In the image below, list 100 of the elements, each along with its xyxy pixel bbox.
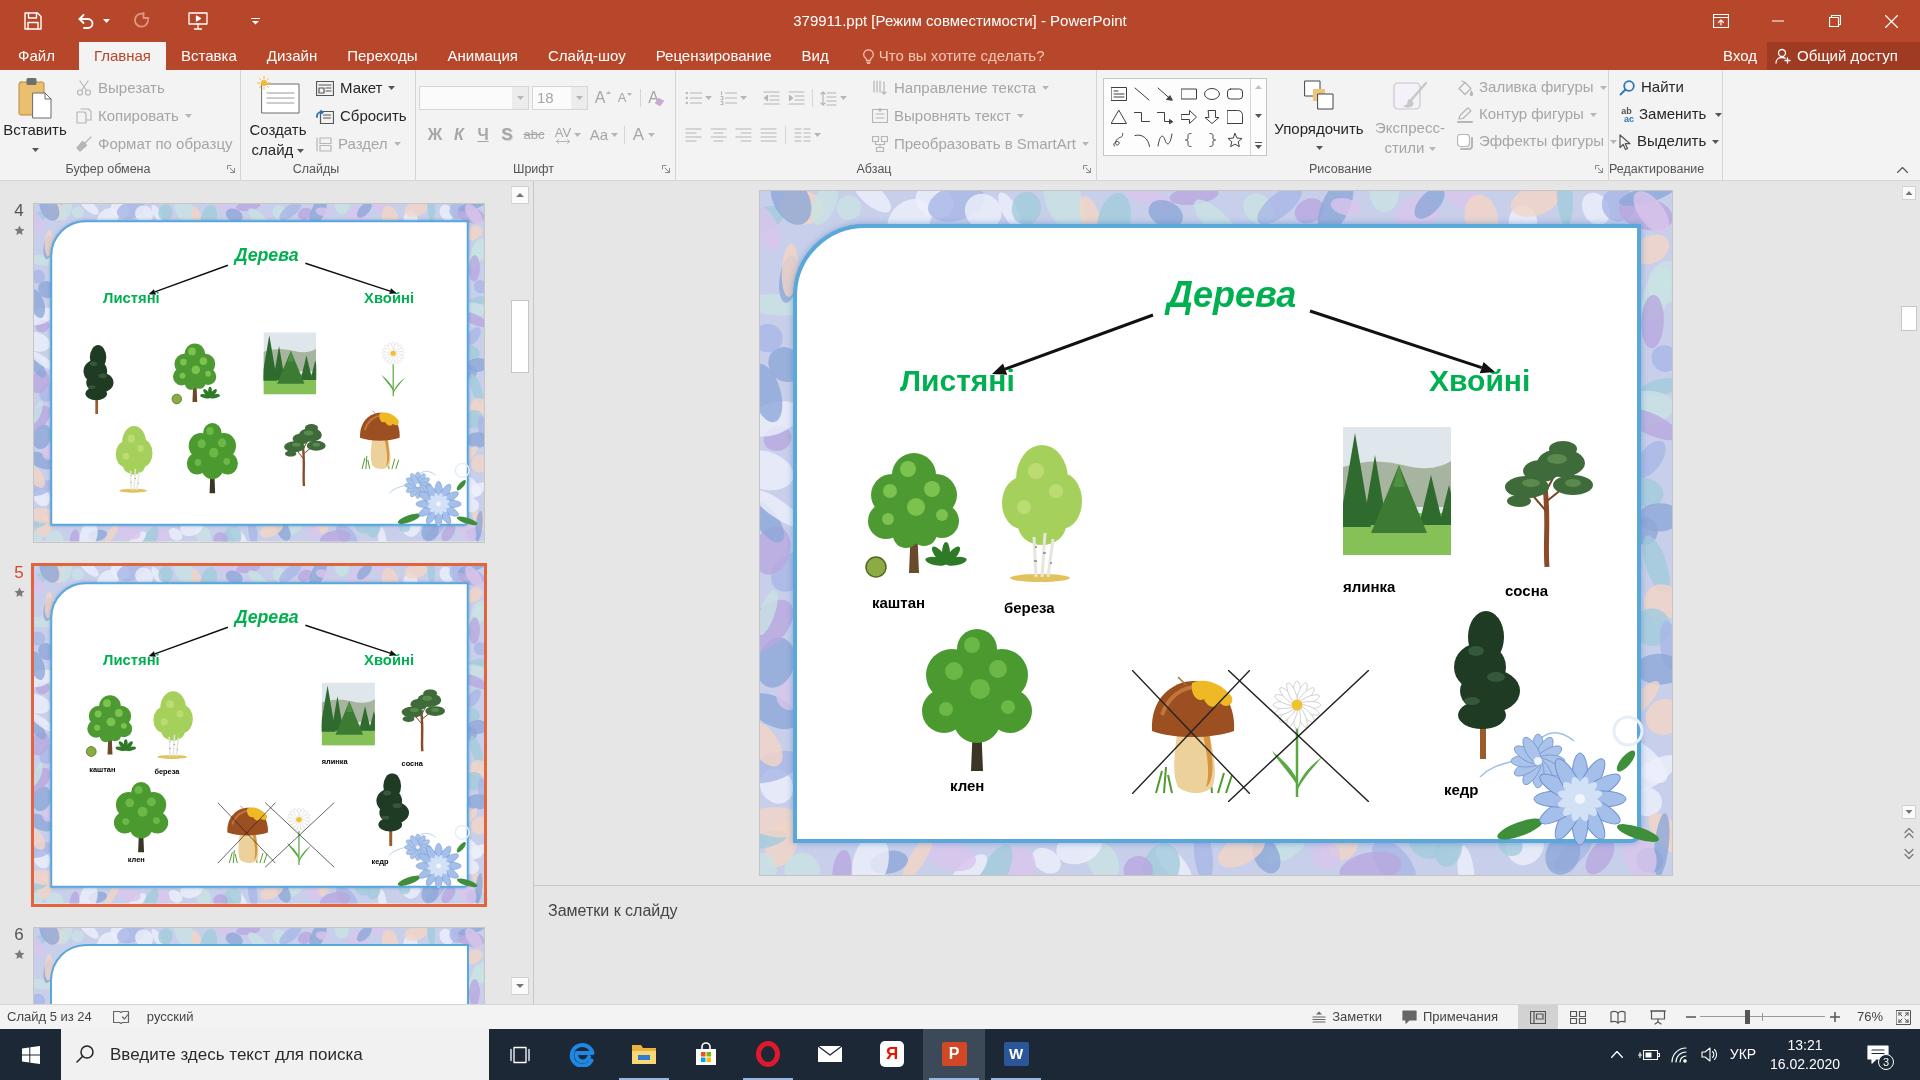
taskbar-app-button[interactable]: P bbox=[923, 1029, 985, 1080]
caret-icon bbox=[1081, 142, 1089, 146]
reset-button[interactable]: Сбросить bbox=[312, 102, 411, 130]
share-button[interactable]: Общий доступ bbox=[1767, 42, 1920, 70]
notes-toggle-button[interactable]: Заметки bbox=[1312, 1007, 1382, 1027]
arrange-button[interactable]: Упорядочить bbox=[1269, 78, 1369, 150]
double-arrow-icon bbox=[556, 139, 570, 144]
caret-up-icon bbox=[606, 91, 612, 94]
line-shape-icon[interactable] bbox=[1134, 86, 1150, 101]
battery-icon[interactable] bbox=[1637, 1048, 1660, 1061]
align-left-icon bbox=[685, 128, 702, 142]
ribbon-display-options-icon[interactable] bbox=[1712, 14, 1729, 28]
triangle-shape-icon[interactable] bbox=[1110, 110, 1127, 124]
ribbon-tab[interactable]: Файл bbox=[0, 42, 79, 70]
tell-me-field[interactable]: Что вы хотите сделать? bbox=[878, 44, 1079, 68]
ribbon-tab[interactable]: Вставка bbox=[166, 42, 252, 70]
ribbon-tab[interactable]: Дизайн bbox=[251, 42, 333, 70]
caret-icon bbox=[393, 142, 401, 146]
slide-thumbnail[interactable]: Дерева Листяні Хвойні bbox=[33, 203, 485, 543]
sign-in-link[interactable]: Вход bbox=[1713, 42, 1767, 70]
scrollbar-thumb[interactable] bbox=[511, 300, 529, 373]
dialog-launcher-icon[interactable] bbox=[1595, 165, 1603, 173]
new-slide-button[interactable]: Создать слайд bbox=[244, 70, 312, 160]
zoom-slider[interactable] bbox=[1699, 1010, 1825, 1024]
taskbar-app-button[interactable]: Я bbox=[861, 1029, 923, 1080]
zoom-in-icon[interactable] bbox=[1829, 1012, 1840, 1022]
comments-button[interactable]: Примечания bbox=[1401, 1007, 1498, 1027]
customize-toolbar-icon[interactable] bbox=[251, 17, 260, 25]
restore-icon[interactable] bbox=[1828, 15, 1841, 27]
task-view-icon[interactable] bbox=[510, 1045, 530, 1064]
pine-tree-drawing bbox=[399, 689, 446, 752]
slide-thumbnail[interactable] bbox=[33, 927, 485, 1004]
view-button[interactable] bbox=[1517, 1005, 1558, 1029]
volume-icon[interactable] bbox=[1700, 1047, 1718, 1062]
paste-button[interactable]: Вставить bbox=[0, 70, 70, 160]
slide-title: Дерева bbox=[234, 246, 299, 265]
quick-styles-icon bbox=[1393, 80, 1427, 112]
wifi-icon[interactable] bbox=[1671, 1046, 1689, 1063]
ribbon-tab[interactable]: Главная bbox=[78, 42, 166, 70]
group-label: Шрифт bbox=[512, 162, 555, 176]
shapes-gallery[interactable] bbox=[1103, 78, 1267, 156]
collapse-ribbon-icon[interactable] bbox=[1897, 167, 1908, 173]
arrow-shape-icon[interactable] bbox=[1157, 86, 1174, 101]
right-arrow-shape-icon[interactable] bbox=[1180, 110, 1197, 124]
next-slide-icon[interactable] bbox=[1904, 848, 1914, 860]
close-icon[interactable] bbox=[1885, 14, 1898, 28]
chevron-up-icon[interactable] bbox=[1611, 1051, 1623, 1058]
dialog-launcher-icon[interactable] bbox=[1083, 165, 1091, 173]
gallery-scroll-down-icon[interactable] bbox=[1255, 113, 1262, 118]
taskbar-app-button[interactable]: W bbox=[985, 1029, 1047, 1080]
elbow-arrow-connector-icon[interactable] bbox=[1157, 110, 1174, 124]
ribbon-tab[interactable]: Слайд-шоу bbox=[532, 42, 641, 70]
scrollbar-thumb[interactable] bbox=[1901, 306, 1917, 331]
scroll-up-icon[interactable] bbox=[1902, 186, 1916, 200]
zoom-slider-thumb[interactable] bbox=[1745, 1010, 1751, 1024]
clock-time[interactable]: 13:21 bbox=[1787, 1035, 1823, 1055]
dialog-launcher-icon[interactable] bbox=[227, 165, 235, 173]
windows-start-icon[interactable] bbox=[21, 1045, 40, 1064]
caret-icon[interactable] bbox=[103, 19, 110, 23]
scroll-up-icon[interactable] bbox=[511, 186, 529, 204]
down-arrow-shape-icon[interactable] bbox=[1204, 110, 1220, 124]
slide-counter: Слайд 5 из 24 bbox=[7, 1008, 92, 1027]
slideshow-from-start-icon[interactable] bbox=[188, 12, 208, 30]
reading-view-icon bbox=[1609, 1010, 1626, 1024]
input-language-indicator[interactable]: УКР bbox=[1723, 1029, 1763, 1080]
lightbulb-icon[interactable] bbox=[862, 48, 874, 64]
layout-button[interactable]: Макет bbox=[312, 74, 411, 102]
scroll-down-icon[interactable] bbox=[511, 977, 529, 995]
picture-caption: кедр bbox=[1444, 782, 1479, 797]
ribbon-tab[interactable]: Рецензирование bbox=[640, 42, 787, 70]
scroll-down-icon[interactable] bbox=[1902, 805, 1916, 819]
yandex-browser-icon: Я bbox=[880, 1040, 904, 1067]
star-shape-icon[interactable] bbox=[1227, 133, 1244, 148]
rectangle-shape-icon[interactable] bbox=[1180, 86, 1197, 101]
caret-down-icon bbox=[627, 93, 633, 96]
language-button[interactable]: русский bbox=[146, 1007, 194, 1027]
slide-heading: Хвойні bbox=[1429, 366, 1531, 396]
save-icon[interactable] bbox=[24, 12, 42, 30]
dialog-launcher-icon[interactable] bbox=[662, 165, 670, 173]
rounded-rectangle-shape-icon[interactable] bbox=[1227, 86, 1244, 101]
oval-shape-icon[interactable] bbox=[1204, 86, 1220, 101]
zoom-level[interactable]: 76% bbox=[1856, 1007, 1883, 1027]
paint-bucket-icon bbox=[1457, 79, 1473, 96]
search-field[interactable]: Введите здесь текст для поиска bbox=[61, 1029, 489, 1080]
curve-shape-icon[interactable] bbox=[1157, 133, 1174, 148]
ribbon-tab[interactable]: Вид bbox=[786, 42, 844, 70]
ribbon-tab[interactable]: Анимация bbox=[432, 42, 533, 70]
rounded-corner-shape-icon[interactable] bbox=[1227, 110, 1244, 124]
arc-shape-icon[interactable] bbox=[1134, 133, 1150, 148]
undo-icon[interactable] bbox=[77, 13, 95, 29]
ribbon-tab[interactable]: Переходы bbox=[332, 42, 433, 70]
paintbrush-icon bbox=[76, 136, 92, 152]
fit-to-window-icon[interactable] bbox=[1896, 1009, 1911, 1025]
spell-check-icon[interactable] bbox=[112, 1010, 130, 1024]
previous-slide-icon[interactable] bbox=[1904, 827, 1914, 839]
align-text-icon bbox=[872, 108, 888, 124]
text-box-shape-icon[interactable] bbox=[1110, 86, 1127, 101]
gallery-more-icon[interactable] bbox=[1255, 142, 1262, 149]
clock-date[interactable]: 16.02.2020 bbox=[1769, 1054, 1841, 1074]
elbow-connector-icon[interactable] bbox=[1134, 110, 1150, 124]
